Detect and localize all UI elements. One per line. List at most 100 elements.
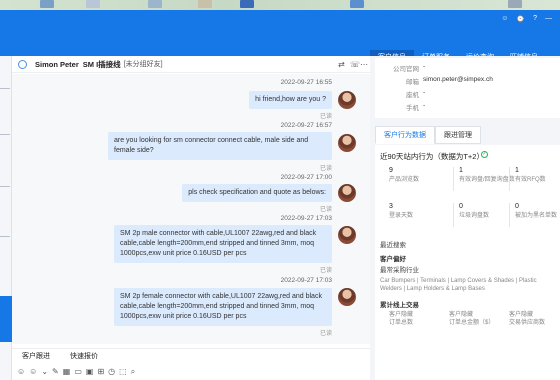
search-icon[interactable]: ⌕ (131, 367, 135, 377)
message-bubble[interactable]: SM 2p female connector with cable,UL1007… (114, 288, 332, 326)
desktop-shortcut-icon[interactable] (508, 0, 522, 8)
stat-value: 3 (389, 203, 393, 210)
window-controls: ☺ ⌚ ? — (501, 15, 552, 23)
clock-icon[interactable]: ⌚ (516, 15, 525, 23)
emoji-icon[interactable]: ☺ (17, 367, 25, 376)
tab-followup-management[interactable]: 跟进管理 (435, 126, 481, 144)
desktop-shortcut-icon[interactable] (86, 0, 100, 8)
user-avatar (338, 226, 356, 244)
stat-value: 0 (459, 203, 463, 210)
stat-label: 有效询盘/回复询盘数 (459, 177, 515, 183)
trade-label: 订单总金额（$） (449, 320, 495, 326)
info-label: 手机 (406, 105, 419, 112)
sticker-icon[interactable]: ☺ (29, 367, 37, 376)
tab-customer-followup[interactable]: 客户跟进 (12, 349, 60, 362)
read-status: 已读 (319, 166, 332, 172)
contact-avatar-icon[interactable] (18, 59, 27, 69)
desktop-shortcut-icon[interactable] (350, 0, 364, 8)
desktop-shortcut-icon[interactable] (40, 0, 54, 8)
tab-quick-quote[interactable]: 快速报价 (60, 349, 108, 362)
stat-divider (509, 167, 510, 191)
customer-info-card: 公司官网 - 邮箱 simon.peter@simpex.ch 座机 - 手机 … (375, 58, 560, 118)
trade-item: 客户隐藏 订单总数 (389, 311, 413, 327)
sidebar-divider (0, 236, 10, 237)
info-value: - (423, 63, 426, 70)
contact-tag: SM I插接线 (82, 59, 121, 69)
read-status: 已读 (319, 114, 332, 120)
stat-label: 垃圾询盘数 (459, 213, 490, 219)
message-timestamp: 2022-09-27 17:03 (280, 215, 332, 222)
stat-value: 0 (515, 203, 519, 210)
grid-icon[interactable]: ⊞ (97, 367, 104, 376)
user-avatar (338, 184, 356, 202)
help-icon[interactable]: ? (533, 15, 537, 23)
info-label: 公司官网 (393, 66, 419, 73)
stat-divider (453, 167, 454, 191)
message-list[interactable]: 2022-09-27 16:55 hi friend,how are you ?… (12, 74, 370, 344)
image-icon[interactable]: ▦ (63, 367, 71, 376)
behavior-title: 近90天站内行为（数据为T+2） (380, 152, 484, 161)
folder-icon[interactable]: ▭ (74, 367, 82, 376)
user-avatar (338, 134, 356, 152)
check-icon: ✓ (481, 151, 488, 158)
contact-status: [未分组好友] (123, 61, 163, 68)
screenshot-icon[interactable]: ⬚ (119, 367, 127, 376)
trade-title: 累计线上交易 (380, 302, 419, 309)
read-status: 已读 (319, 268, 332, 274)
sidebar-divider (0, 186, 10, 187)
stat-cell: 0 被加为黑名单数 (515, 203, 560, 220)
edit-icon[interactable]: ✎ (52, 367, 59, 376)
dropdown-icon[interactable]: ⌄ (41, 367, 48, 376)
stat-label: 有效RFQ数 (515, 177, 546, 183)
trade-hidden: 客户隐藏 (449, 312, 474, 318)
preference-title: 客户偏好 (380, 256, 406, 263)
stat-divider (509, 203, 510, 227)
call-icon[interactable]: ☏ (350, 60, 360, 69)
behavior-tabs: 客户行为数据 跟进管理 (375, 126, 560, 144)
trade-hidden: 客户隐藏 (509, 312, 534, 318)
chat-panel: Simon Peter SM I插接线 [未分组好友] ⇄ ☏ ⋯ 2022-0… (12, 56, 370, 380)
preference-detail: Car Bumpers | Terminals | Lamp Covers & … (380, 278, 537, 292)
info-value: - (423, 102, 426, 109)
left-sidebar (0, 56, 12, 380)
trade-item: 客户隐藏 订单总金额（$） (449, 311, 494, 327)
sidebar-divider (0, 88, 10, 89)
stat-label: 被加为黑名单数 (515, 213, 558, 219)
message-bubble[interactable]: are you looking for sm connector connect… (108, 132, 332, 160)
read-status: 已读 (319, 331, 332, 337)
user-avatar (338, 288, 356, 306)
transfer-icon[interactable]: ⇄ (338, 60, 345, 69)
message-timestamp: 2022-09-27 17:03 (280, 277, 332, 284)
behavior-card: 近90天站内行为（数据为T+2） ✓ 9 产品浏览数 1 有效询盘/回复询盘数 … (375, 145, 560, 380)
email-value[interactable]: simon.peter@simpex.ch (423, 76, 493, 83)
stat-value: 1 (515, 167, 519, 174)
customer-panel: 公司官网 - 邮箱 simon.peter@simpex.ch 座机 - 手机 … (370, 56, 560, 380)
stat-cell: 0 垃圾询盘数 (459, 203, 515, 220)
message-bubble[interactable]: hi friend,how are you ? (249, 91, 332, 109)
user-avatar (338, 91, 356, 109)
sidebar-item-active[interactable] (0, 296, 12, 342)
info-label: 邮箱 (406, 79, 419, 86)
message-bubble[interactable]: SM 2p male connector with cable,UL1007 2… (114, 225, 332, 263)
trade-item: 客户隐藏 交易供应商数 (509, 311, 545, 327)
info-label: 座机 (406, 92, 419, 99)
recent-search-label: 最近搜索 (380, 242, 406, 249)
stat-value: 1 (459, 167, 463, 174)
stat-divider (453, 203, 454, 227)
desktop-shortcut-icon[interactable] (240, 0, 254, 8)
preference-industry: 最常采购行业 (380, 267, 419, 274)
smiley-icon[interactable]: ☺ (501, 15, 508, 23)
minimize-icon[interactable]: — (545, 15, 552, 23)
history-icon[interactable]: ◷ (108, 367, 115, 376)
stat-cell: 1 有效RFQ数 (515, 167, 560, 184)
message-timestamp: 2022-09-27 16:57 (280, 122, 332, 129)
app-header: ☺ ⌚ ? — 客户信息 订单服务 运价查询 旺铺信息 (0, 10, 560, 66)
desktop-shortcut-icon[interactable] (198, 0, 212, 8)
message-timestamp: 2022-09-27 17:00 (280, 174, 332, 181)
desktop-shortcut-icon[interactable] (148, 0, 162, 8)
stat-cell: 1 有效询盘/回复询盘数 (459, 167, 515, 184)
more-icon[interactable]: ⋯ (360, 60, 368, 69)
tab-behavior-data[interactable]: 客户行为数据 (375, 126, 435, 144)
product-icon[interactable]: ▣ (86, 367, 94, 376)
message-bubble[interactable]: pls check specification and quote as bel… (182, 184, 332, 202)
